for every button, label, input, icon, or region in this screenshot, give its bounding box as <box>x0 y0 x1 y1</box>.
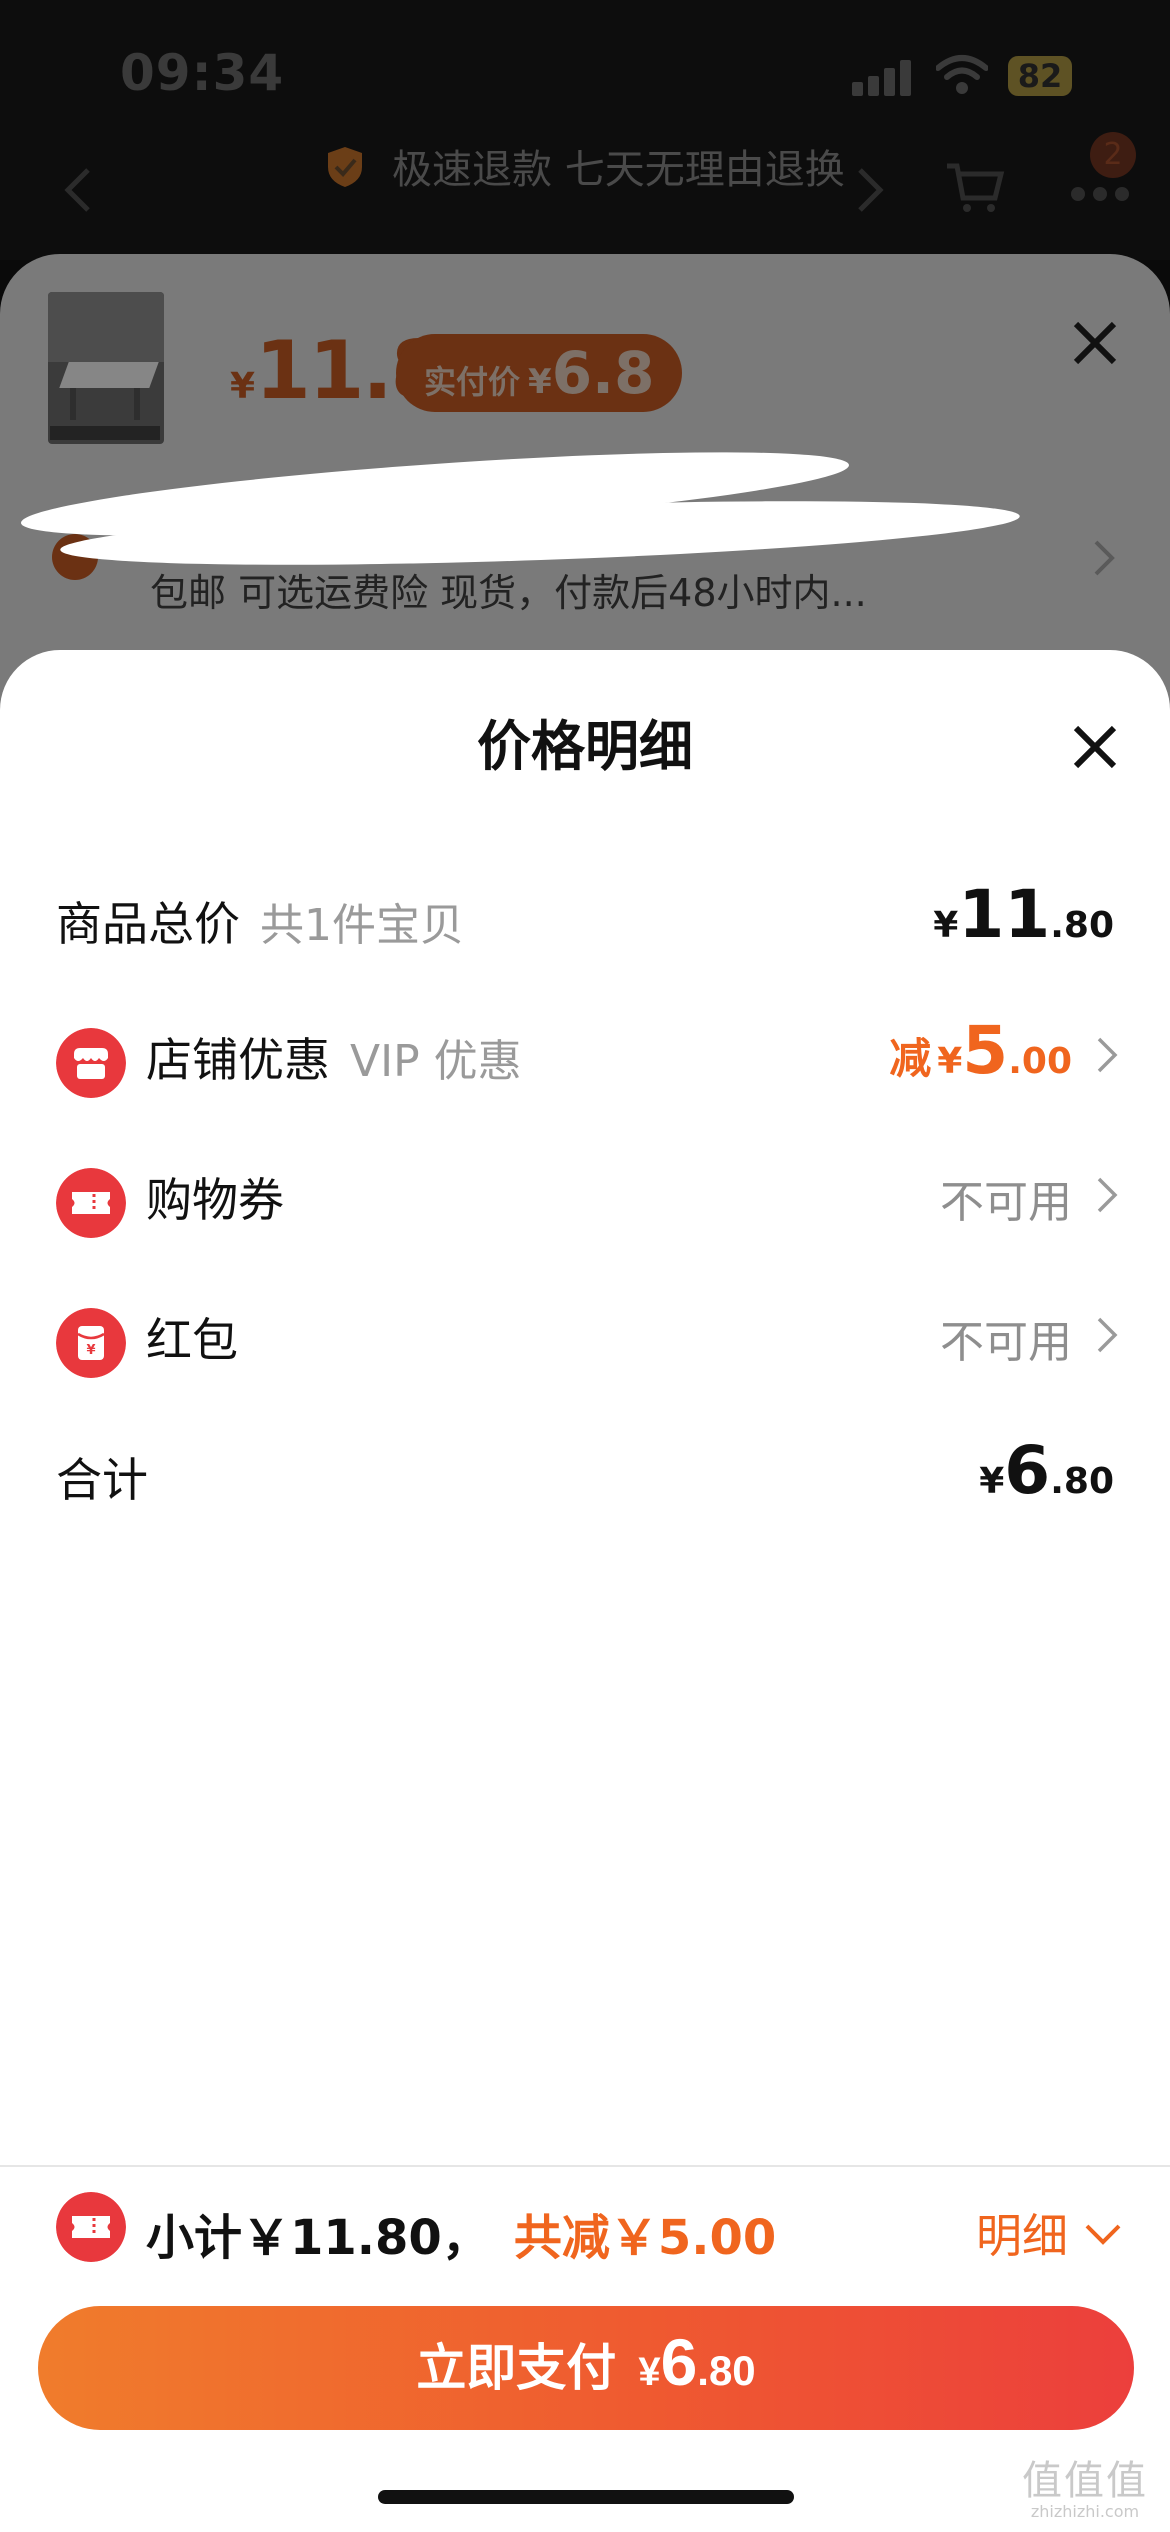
battery-indicator: 82 <box>1008 56 1072 96</box>
total-goods-price-row: 商品总价 共1件宝贝 ¥11.80 <box>0 870 1170 960</box>
back-arrow-icon[interactable] <box>62 166 92 214</box>
row-label: 购物券 <box>146 1173 284 1227</box>
red-packet-status: 不可用 <box>940 1317 1072 1368</box>
total-value: ¥6.80 <box>979 1432 1114 1509</box>
paid-price-pill: 实付价 ¥6.8 <box>396 334 683 412</box>
forward-arrow-icon[interactable] <box>856 166 886 214</box>
shopping-voucher-row[interactable]: 购物券 不可用 <box>0 1146 1170 1238</box>
chevron-down-icon <box>1085 2224 1121 2245</box>
wifi-icon <box>936 55 988 94</box>
close-icon[interactable] <box>1070 318 1120 368</box>
shipping-info[interactable]: 包邮 可选运费险 现货，付款后48小时内... <box>150 562 867 617</box>
total-discount-text: 共减￥5.00 <box>513 2210 777 2266</box>
product-thumbnail[interactable] <box>48 292 164 444</box>
bottom-bar-divider <box>0 2165 1170 2167</box>
row-label: 店铺优惠 VIP 优惠 <box>146 1033 522 1087</box>
svg-text:¥: ¥ <box>86 1343 95 1358</box>
row-label: 红包 <box>146 1313 238 1367</box>
subtotal-text: 小计￥11.80， <box>146 2210 490 2266</box>
total-row: 合计 ¥6.80 <box>0 1426 1170 1516</box>
cart-icon[interactable] <box>945 160 1005 216</box>
cellular-signal-icon <box>852 60 912 96</box>
refund-notice-text: 极速退款 七天无理由退换 <box>392 147 845 193</box>
watermark: 值值值 zhizhizhi.com <box>1022 2458 1148 2521</box>
store-discount-value: 减 ¥5.00 <box>889 1012 1072 1089</box>
home-indicator[interactable] <box>378 2490 794 2504</box>
voucher-icon <box>56 1168 126 1238</box>
red-packet-row[interactable]: ¥ 红包 不可用 <box>0 1286 1170 1378</box>
chevron-right-icon[interactable] <box>1096 1316 1118 1354</box>
cart-count-badge: 2 <box>1090 132 1136 178</box>
chevron-right-icon[interactable] <box>1096 1176 1118 1214</box>
sheet-title: 价格明细 <box>477 715 693 778</box>
chevron-right-icon[interactable] <box>1096 1036 1118 1074</box>
total-goods-price-value: ¥11.80 <box>933 876 1114 953</box>
subtotal-summary: 小计￥11.80， 共减￥5.00 <box>146 2198 776 2268</box>
row-label: 合计 <box>56 1453 148 1507</box>
background-page <box>0 0 1170 260</box>
voucher-icon <box>56 2192 126 2262</box>
pay-now-button[interactable]: 立即支付 ¥6.80 <box>38 2306 1134 2430</box>
chevron-right-icon[interactable] <box>1092 538 1116 578</box>
store-icon <box>56 1028 126 1098</box>
shield-icon <box>328 147 363 187</box>
details-toggle[interactable]: 明细 <box>976 2200 1122 2266</box>
red-packet-icon: ¥ <box>56 1308 126 1378</box>
status-time: 09:34 <box>120 44 285 102</box>
row-label: 商品总价 共1件宝贝 <box>56 897 464 951</box>
voucher-status: 不可用 <box>940 1177 1072 1228</box>
close-icon[interactable] <box>1070 722 1120 772</box>
product-sheet: ¥11.8 实付价 ¥6.8 包邮 可选运费险 现货，付款后48小时内... <box>0 254 1170 714</box>
more-icon[interactable] <box>1070 186 1130 202</box>
store-discount-row[interactable]: 店铺优惠 VIP 优惠 减 ¥5.00 <box>0 1006 1170 1098</box>
